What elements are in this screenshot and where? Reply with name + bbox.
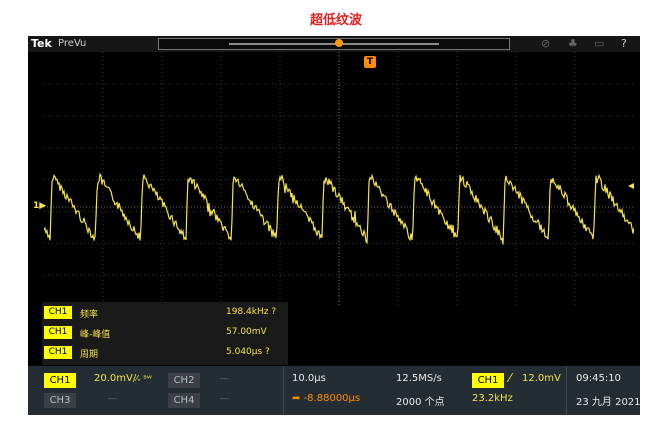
- trigger-level[interactable]: 12.0mV: [522, 373, 561, 384]
- ch1-scale[interactable]: 20.0mV/⁄ᵥ ᴮᵂ: [94, 373, 152, 384]
- position-arrow-icon: ➦: [292, 393, 301, 404]
- status-bar: CH1 20.0mV/⁄ᵥ ᴮᵂ CH2 --- CH3 --- CH4 ---…: [28, 366, 641, 415]
- screen-icon[interactable]: ▭: [594, 37, 604, 50]
- trigger-frequency: 23.2kHz: [472, 393, 513, 404]
- help-icon[interactable]: ?: [621, 37, 627, 50]
- top-bar: Tek PreVu ⊘ ♣ ▭ ?: [28, 36, 640, 52]
- brand-logo: Tek: [31, 37, 52, 50]
- horizontal-position[interactable]: ➦ -8.88000μs: [292, 393, 360, 404]
- timebase[interactable]: 10.0μs: [292, 373, 326, 384]
- measurement-name: 峰-峰值: [80, 330, 111, 340]
- ch3-badge[interactable]: CH3: [44, 393, 76, 408]
- waveform-graticule: [44, 52, 634, 307]
- trigger-position-marker: [335, 39, 343, 47]
- rising-edge-icon: ⁄: [509, 371, 512, 385]
- touch-lock-icon[interactable]: ⊘: [541, 37, 550, 50]
- trigger-source-badge[interactable]: CH1: [472, 373, 504, 388]
- record-view-bar[interactable]: [158, 38, 510, 50]
- measurement-value: 5.040μs ?: [226, 347, 270, 357]
- ch3-value: ---: [108, 394, 117, 403]
- measurement-value: 198.4kHz ?: [226, 307, 277, 317]
- acquisition-mode: PreVu: [58, 38, 87, 49]
- ch1-ground-marker: 1▶: [33, 201, 47, 211]
- measurement-panel: CH1 频率 198.4kHz ? CH1 峰-峰值 57.00mV CH1 周…: [42, 302, 288, 365]
- measurement-row[interactable]: CH1 周期 5.040μs ?: [42, 344, 288, 361]
- page-title: 超低纹波: [309, 13, 362, 28]
- trigger-level-arrow: [628, 183, 634, 189]
- measurement-channel: CH1: [44, 326, 72, 339]
- ch4-value: ---: [220, 394, 229, 403]
- measurement-name: 周期: [80, 350, 99, 360]
- measurement-row[interactable]: CH1 频率 198.4kHz ?: [42, 304, 288, 321]
- measurement-channel: CH1: [44, 306, 72, 319]
- oscilloscope-screen: Tek PreVu ⊘ ♣ ▭ ? T 1▶ CH1 频率 198.4kHz ?…: [28, 36, 641, 415]
- ch2-value: ---: [220, 374, 229, 383]
- ch1-badge[interactable]: CH1: [44, 373, 76, 388]
- sample-rate: 12.5MS/s: [396, 373, 442, 384]
- network-icon[interactable]: ♣: [568, 37, 578, 50]
- measurement-channel: CH1: [44, 346, 72, 359]
- measurement-value: 57.00mV: [226, 327, 267, 337]
- measurement-name: 频率: [80, 310, 99, 320]
- record-length: 2000 个点: [396, 397, 445, 408]
- trigger-marker: T: [364, 56, 376, 68]
- ch4-badge[interactable]: CH4: [168, 393, 200, 408]
- clock-time: 09:45:10: [576, 373, 621, 384]
- clock-date: 23 九月 2021: [576, 397, 641, 408]
- record-window: [229, 43, 439, 45]
- ch2-badge[interactable]: CH2: [168, 373, 200, 388]
- measurement-row[interactable]: CH1 峰-峰值 57.00mV: [42, 324, 288, 341]
